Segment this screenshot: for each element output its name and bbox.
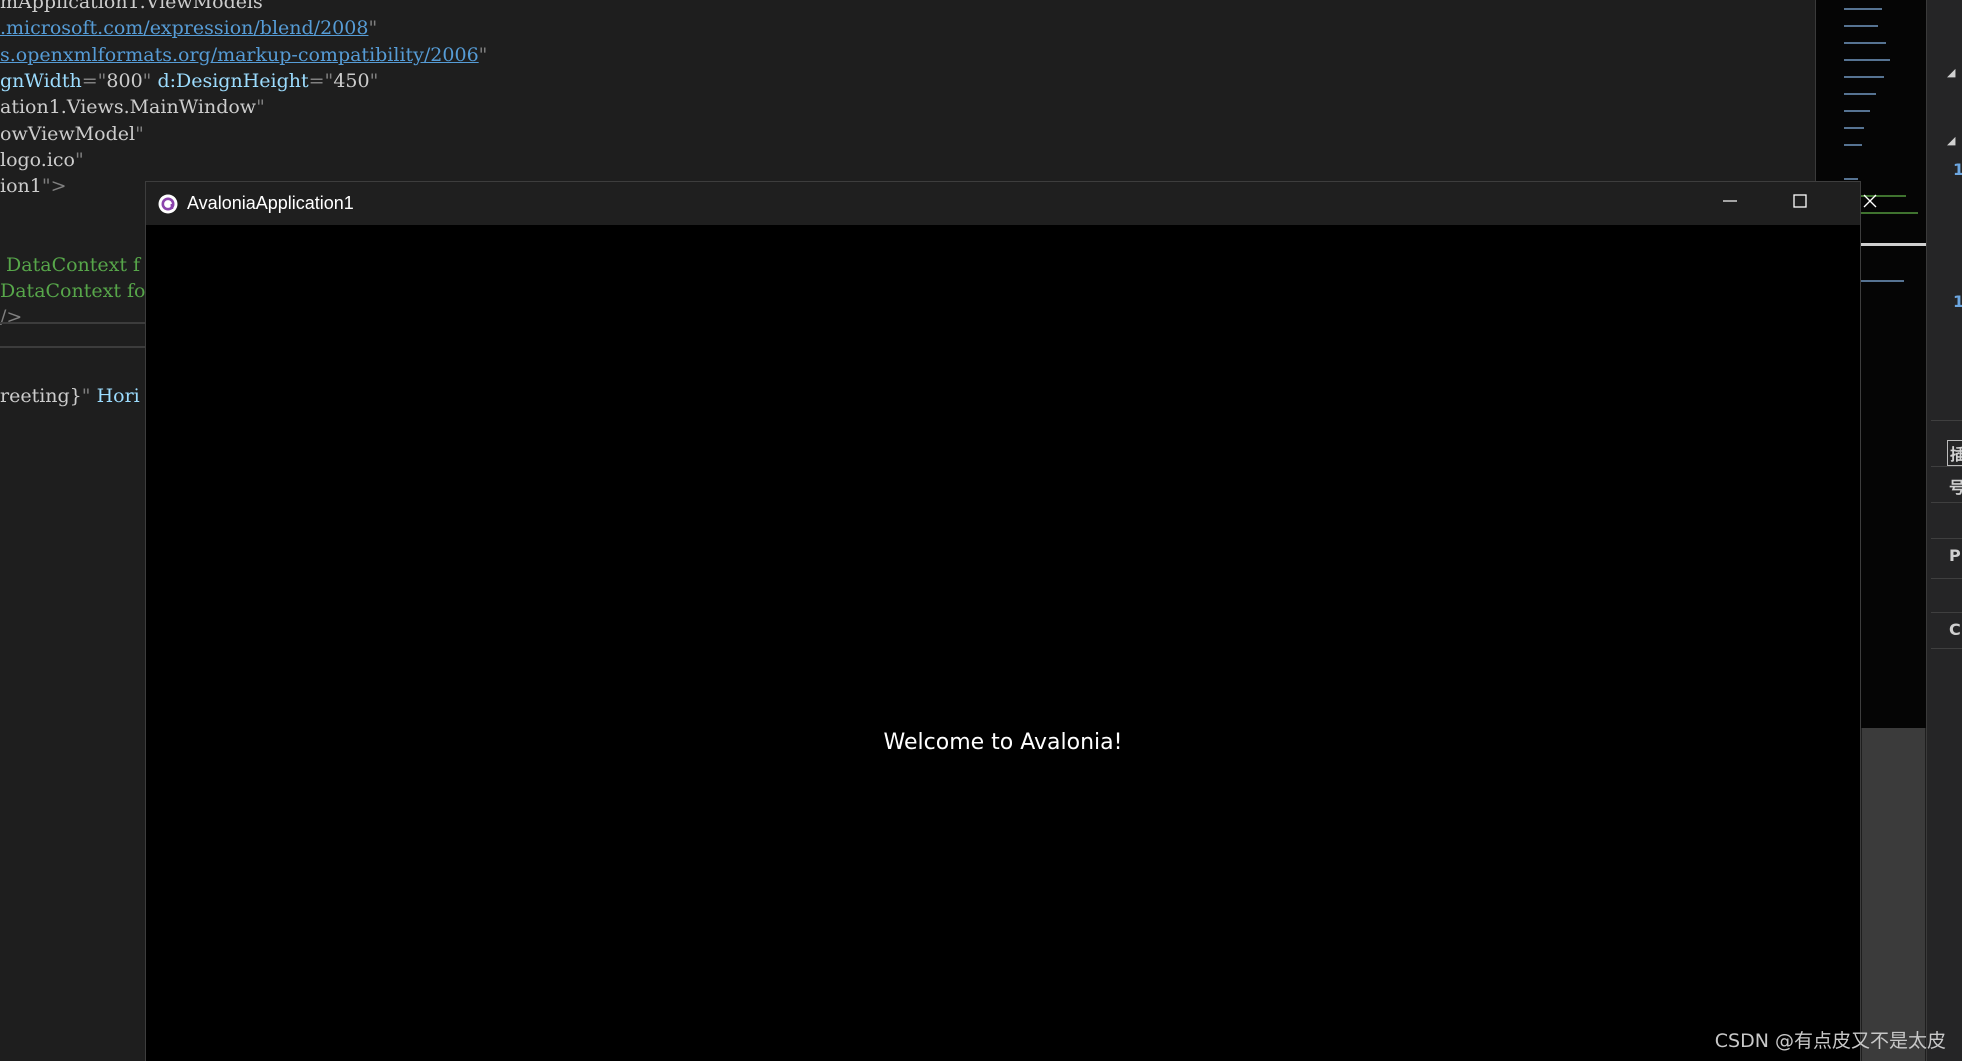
code-token: " [368,17,378,39]
panel-tab-label[interactable]: C [1949,620,1961,639]
csdn-watermark: CSDN @有点皮又不是太皮 [1714,1030,1946,1052]
editor-separator [0,346,150,348]
code-token: reeting} [0,385,82,407]
side-tool-panel[interactable]: ◢ 1 ◢ 1 插 号 P C [1926,0,1962,1061]
window-title: AvaloniaApplication1 [187,193,354,213]
collapse-arrow-icon[interactable]: ◢ [1947,66,1955,79]
maximize-button[interactable] [1766,182,1834,225]
code-line[interactable]: ion1"> [0,173,67,199]
code-token: mApplication1.ViewModels" [0,0,272,13]
code-token: 450 [333,70,370,92]
code-token: ion1 [0,175,42,197]
code-line[interactable]: gnWidth="800" d:DesignHeight="450" [0,68,378,94]
code-token: " [135,123,144,145]
code-token: =" [81,70,107,92]
code-token: DataContext fo [0,280,146,302]
avalonia-logo-icon [158,194,178,214]
code-line[interactable]: logo.ico" [0,147,84,173]
code-token: logo.ico [0,149,75,171]
editor-background-strip [1862,728,1925,1061]
code-token: Hori [96,385,140,407]
code-line[interactable]: owViewModel" [0,121,144,147]
window-titlebar[interactable]: AvaloniaApplication1 [146,182,1877,225]
code-token: owViewModel [0,123,136,145]
app-window[interactable]: AvaloniaApplication1 Welcome to Avalonia… [145,181,1877,1061]
code-line[interactable]: ation1.Views.MainWindow" [0,94,265,120]
code-token: gnWidth [0,70,82,92]
code-token: " [74,149,84,171]
code-line[interactable]: DataContext fo [0,278,145,304]
code-token: " [369,70,379,92]
close-icon [1862,193,1878,214]
panel-tab-label[interactable]: P [1949,546,1961,565]
maximize-icon [1792,193,1808,214]
close-button[interactable] [1836,182,1904,225]
panel-tab-label[interactable]: 号 [1949,474,1962,498]
collapse-arrow-icon[interactable]: ◢ [1947,134,1955,147]
code-token: DataContext f [0,254,141,276]
panel-number-label: 1 [1953,292,1962,311]
code-line[interactable]: .microsoft.com/expression/blend/2008" [0,15,377,41]
code-token: 800 [106,70,143,92]
code-line[interactable]: s.openxmlformats.org/markup-compatibilit… [0,42,487,68]
code-token: " [256,96,265,118]
panel-number-label: 1 [1953,160,1962,179]
code-token: /> [0,306,23,328]
code-token: " [478,44,488,66]
code-token: ation1.Views.MainWindow [0,96,257,118]
code-token: d:DesignHeight [157,70,309,92]
editor-separator [0,322,150,324]
code-line[interactable]: reeting}" Hori [0,383,140,409]
window-client-area[interactable]: Welcome to Avalonia! [146,225,1860,1061]
code-token: " [81,385,97,407]
code-token: "> [41,175,67,197]
code-line[interactable]: /> [0,304,22,330]
minimize-icon [1722,193,1738,214]
code-line[interactable]: mApplication1.ViewModels" [0,0,272,15]
welcome-message: Welcome to Avalonia! [883,730,1123,755]
code-token: s.openxmlformats.org/markup-compatibilit… [0,44,479,66]
minimize-button[interactable] [1696,182,1764,225]
code-token: .microsoft.com/expression/blend/2008 [0,17,369,39]
code-token: =" [308,70,334,92]
code-line[interactable]: DataContext f [0,252,140,278]
panel-tab-label[interactable]: 插 [1947,440,1962,466]
code-token: " [142,70,158,92]
